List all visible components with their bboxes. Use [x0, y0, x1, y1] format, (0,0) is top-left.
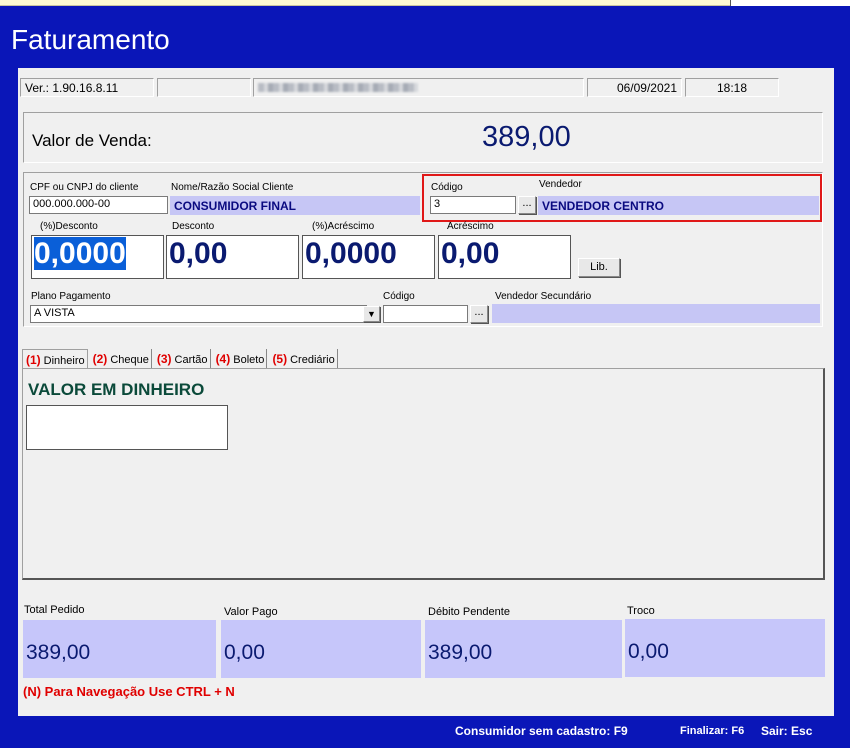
payment-code-input[interactable]: [383, 305, 468, 323]
discount-label: Desconto: [172, 221, 215, 232]
lib-button[interactable]: Lib.: [578, 258, 620, 277]
cpf-label: CPF ou CNPJ do cliente: [30, 182, 139, 193]
tab-number: (1): [26, 353, 41, 367]
tab-crediario[interactable]: (5) Crediário: [269, 349, 338, 369]
pending-value: 389,00: [425, 620, 622, 678]
tab-label: Boleto: [233, 354, 265, 366]
increase-input[interactable]: 0,00: [438, 235, 571, 279]
window-title: Faturamento: [11, 24, 170, 55]
navigation-hint: (N) Para Navegação Use CTRL + N: [23, 684, 235, 699]
payment-plan-label: Plano Pagamento: [31, 291, 111, 302]
finish-shortcut[interactable]: Finalizar: F6: [680, 725, 744, 737]
sale-value: 389,00: [482, 121, 571, 153]
shortcut-label: Sair:: [761, 724, 788, 738]
cash-heading: VALOR EM DINHEIRO: [28, 380, 205, 399]
pending-label: Débito Pendente: [428, 606, 510, 618]
cpf-input[interactable]: 000.000.000-00: [29, 196, 168, 214]
secondary-seller-field[interactable]: [492, 304, 820, 323]
shortcut-key: Esc: [791, 724, 813, 738]
total-order-label: Total Pedido: [24, 604, 85, 616]
tab-number: (3): [156, 352, 172, 366]
paid-label: Valor Pago: [224, 606, 278, 618]
no-register-shortcut[interactable]: Consumidor sem cadastro: F9: [455, 724, 628, 738]
payment-tabs: (1) Dinheiro (2) Cheque (3) Cartão (4) Bolet…: [22, 349, 340, 369]
pct-discount-selected-text: 0,0000: [34, 237, 126, 270]
change-label: Troco: [627, 605, 655, 617]
shortcut-label: Finalizar:: [680, 725, 729, 737]
tab-label: Cheque: [110, 354, 149, 366]
tab-boleto[interactable]: (4) Boleto: [213, 349, 268, 369]
payment-plan-select[interactable]: A VISTA: [30, 305, 367, 323]
shortcut-key: F6: [731, 725, 745, 737]
cash-value-input[interactable]: [26, 405, 228, 450]
version-cell: Ver.: 1.90.16.8.11: [20, 78, 154, 97]
secondary-seller-label: Vendedor Secundário: [495, 291, 592, 302]
seller-name-field[interactable]: VENDEDOR CENTRO: [538, 196, 819, 215]
client-name-field[interactable]: CONSUMIDOR FINAL: [170, 196, 420, 215]
client-name-label: Nome/Razão Social Cliente: [171, 182, 294, 193]
pct-discount-label: (%)Desconto: [40, 221, 98, 232]
company-cell: [253, 78, 584, 97]
pct-increase-input[interactable]: 0,0000: [302, 235, 435, 279]
tab-cheque[interactable]: (2) Cheque: [90, 349, 152, 369]
payment-code-label: Código: [383, 291, 415, 302]
tab-number: (2): [92, 352, 108, 366]
payment-plan-value: A VISTA: [34, 307, 75, 319]
pct-increase-label: (%)Acréscimo: [312, 221, 375, 232]
tab-number: (4): [215, 352, 231, 366]
tab-label: Dinheiro: [43, 355, 85, 367]
tab-label: Cartão: [174, 354, 208, 366]
tab-label: Crediário: [290, 354, 335, 366]
seller-code-input[interactable]: 3: [430, 196, 516, 214]
discount-input[interactable]: 0,00: [166, 235, 299, 279]
pct-discount-input[interactable]: 0,0000: [31, 235, 164, 279]
shortcut-label: Consumidor sem cadastro:: [455, 724, 611, 738]
increase-label: Acréscimo: [447, 221, 494, 232]
total-order-value: 389,00: [23, 620, 216, 678]
paid-value: 0,00: [221, 620, 421, 678]
info-empty-cell: [157, 78, 251, 97]
company-name-redacted: [258, 83, 418, 92]
chevron-down-icon[interactable]: ▼: [363, 306, 380, 322]
seller-lookup-button[interactable]: ...: [518, 196, 536, 214]
tab-dinheiro[interactable]: (1) Dinheiro: [22, 349, 88, 369]
sale-value-label: Valor de Venda:: [32, 131, 152, 150]
seller-code-label: Código: [431, 182, 463, 193]
payment-lookup-button[interactable]: ...: [470, 305, 488, 323]
date-cell: 06/09/2021: [587, 78, 682, 97]
shortcut-key: F9: [613, 724, 628, 738]
time-cell: 18:18: [685, 78, 779, 97]
seller-label: Vendedor: [539, 179, 582, 190]
tab-number: (5): [272, 352, 288, 366]
change-value: 0,00: [625, 619, 825, 677]
exit-shortcut[interactable]: Sair: Esc: [761, 724, 812, 738]
tab-cartao[interactable]: (3) Cartão: [154, 349, 211, 369]
